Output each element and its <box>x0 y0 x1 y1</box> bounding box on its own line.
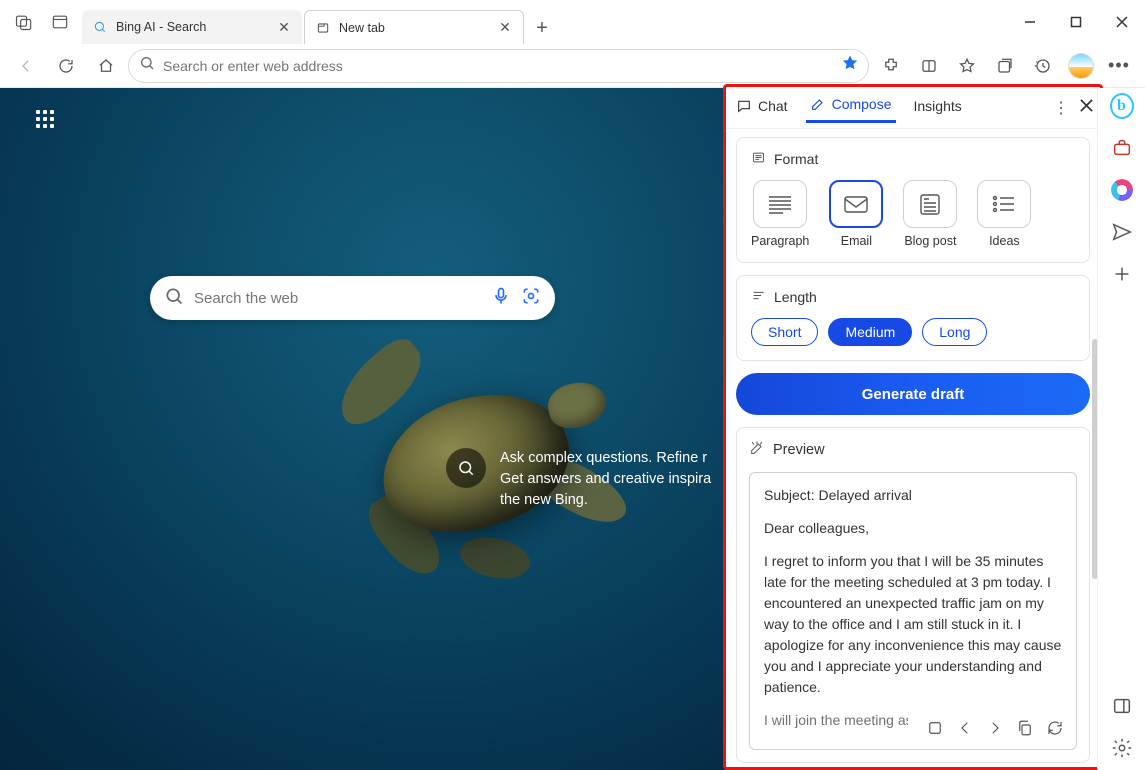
sidebar-close-button[interactable] <box>1079 98 1094 118</box>
sidebar-tab-compose[interactable]: Compose <box>806 92 896 123</box>
split-screen-button[interactable] <box>911 48 947 84</box>
profile-button[interactable] <box>1063 48 1099 84</box>
copy-icon[interactable] <box>1016 719 1034 743</box>
preview-body: I regret to inform you that I will be 35… <box>764 551 1062 698</box>
preview-actions <box>908 713 1070 747</box>
format-heading: Format <box>774 151 818 167</box>
bing-b-icon: b <box>1110 93 1134 119</box>
sidebar-tab-label: Chat <box>758 98 788 114</box>
favorites-button[interactable] <box>949 48 985 84</box>
address-input[interactable] <box>163 58 842 74</box>
bing-sidebar: Chat Compose Insights ⋮ Format <box>723 84 1103 770</box>
previous-icon[interactable] <box>956 719 974 743</box>
search-icon <box>139 55 155 76</box>
promo-line: the new Bing. <box>500 490 711 511</box>
bing-ai-button[interactable]: b <box>1110 94 1134 118</box>
extensions-button[interactable] <box>873 48 909 84</box>
voice-search-icon[interactable] <box>491 286 511 311</box>
more-dots-icon: ••• <box>1108 55 1130 76</box>
sidebar-body: Format Paragraph Email Blog post <box>726 129 1100 767</box>
sidebar-tabs: Chat Compose Insights ⋮ <box>726 87 1100 129</box>
collections-button[interactable] <box>987 48 1023 84</box>
format-label: Paragraph <box>751 234 809 248</box>
avatar-icon <box>1068 53 1094 79</box>
sidebar-tab-label: Insights <box>914 98 962 114</box>
preview-greeting: Dear colleagues, <box>764 518 1062 539</box>
format-option-ideas[interactable]: Ideas <box>977 180 1031 248</box>
page-search-box[interactable] <box>150 276 555 320</box>
stop-icon[interactable] <box>926 719 944 743</box>
format-card: Format Paragraph Email Blog post <box>736 137 1090 263</box>
rail-settings-button[interactable] <box>1110 736 1134 760</box>
workspaces-icon[interactable] <box>6 4 42 40</box>
preview-heading-icon <box>749 440 765 460</box>
address-bar[interactable] <box>128 49 869 83</box>
sidebar-tab-chat[interactable]: Chat <box>732 94 792 122</box>
promo-search-icon[interactable] <box>446 448 486 488</box>
format-heading-icon <box>751 150 766 168</box>
sidebar-tab-insights[interactable]: Insights <box>910 94 966 122</box>
back-button[interactable] <box>8 48 44 84</box>
app-rail: b <box>1097 88 1145 770</box>
preview-card: Preview Subject: Delayed arrival Dear co… <box>736 427 1090 763</box>
image-search-icon[interactable] <box>521 286 541 311</box>
tab-bing-ai[interactable]: Bing AI - Search ✕ <box>82 10 302 44</box>
sidebar-tab-label: Compose <box>832 96 892 112</box>
sidebar-more-button[interactable]: ⋮ <box>1051 98 1071 118</box>
window-controls <box>1007 6 1145 38</box>
content: Ask complex questions. Refine r Get answ… <box>0 88 1145 770</box>
tab-new-tab[interactable]: New tab ✕ <box>304 10 524 44</box>
length-option-long[interactable]: Long <box>922 318 987 346</box>
favorite-star-icon[interactable] <box>842 55 858 76</box>
tab-actions-icon[interactable] <box>42 4 78 40</box>
length-card: Length Short Medium Long <box>736 275 1090 361</box>
length-heading: Length <box>774 289 817 305</box>
rail-collapse-button[interactable] <box>1110 694 1134 718</box>
length-option-medium[interactable]: Medium <box>828 318 912 346</box>
tab-title: Bing AI - Search <box>116 20 206 34</box>
generate-draft-button[interactable]: Generate draft <box>736 373 1090 415</box>
page-search-input[interactable] <box>194 290 481 307</box>
history-button[interactable] <box>1025 48 1061 84</box>
promo-line: Get answers and creative inspira <box>500 469 711 490</box>
more-button[interactable]: ••• <box>1101 48 1137 84</box>
preview-subject: Subject: Delayed arrival <box>764 485 1062 506</box>
format-option-paragraph[interactable]: Paragraph <box>751 180 809 248</box>
bing-favicon-icon <box>92 19 108 35</box>
regenerate-icon[interactable] <box>1046 719 1064 743</box>
newtab-favicon-icon <box>315 20 331 36</box>
length-heading-icon <box>751 288 766 306</box>
m365-button[interactable] <box>1110 178 1134 202</box>
new-tab-button[interactable]: + <box>526 12 558 44</box>
format-label: Ideas <box>989 234 1020 248</box>
next-icon[interactable] <box>986 719 1004 743</box>
home-button[interactable] <box>88 48 124 84</box>
preview-textarea[interactable]: Subject: Delayed arrival Dear colleagues… <box>749 472 1077 750</box>
toolbar: ••• <box>0 44 1145 88</box>
window-close-button[interactable] <box>1099 6 1145 38</box>
preview-heading: Preview <box>773 442 825 458</box>
refresh-button[interactable] <box>48 48 84 84</box>
titlebar: Bing AI - Search ✕ New tab ✕ + <box>0 0 1145 44</box>
window-minimize-button[interactable] <box>1007 6 1053 38</box>
format-option-email[interactable]: Email <box>829 180 883 248</box>
bing-promo: Ask complex questions. Refine r Get answ… <box>446 448 711 511</box>
send-button[interactable] <box>1110 220 1134 244</box>
format-label: Email <box>841 234 872 248</box>
app-launcher-button[interactable] <box>36 110 56 130</box>
tab-strip: Bing AI - Search ✕ New tab ✕ + <box>82 0 558 44</box>
search-icon <box>164 286 184 311</box>
m365-icon <box>1111 179 1133 201</box>
length-option-short[interactable]: Short <box>751 318 818 346</box>
promo-line: Ask complex questions. Refine r <box>500 448 711 469</box>
work-tools-button[interactable] <box>1110 136 1134 160</box>
window-maximize-button[interactable] <box>1053 6 1099 38</box>
tab-close-button[interactable]: ✕ <box>274 17 294 37</box>
tab-title: New tab <box>339 21 385 35</box>
format-label: Blog post <box>904 234 956 248</box>
format-option-blog[interactable]: Blog post <box>903 180 957 248</box>
tab-close-button[interactable]: ✕ <box>495 18 515 38</box>
add-app-button[interactable] <box>1110 262 1134 286</box>
